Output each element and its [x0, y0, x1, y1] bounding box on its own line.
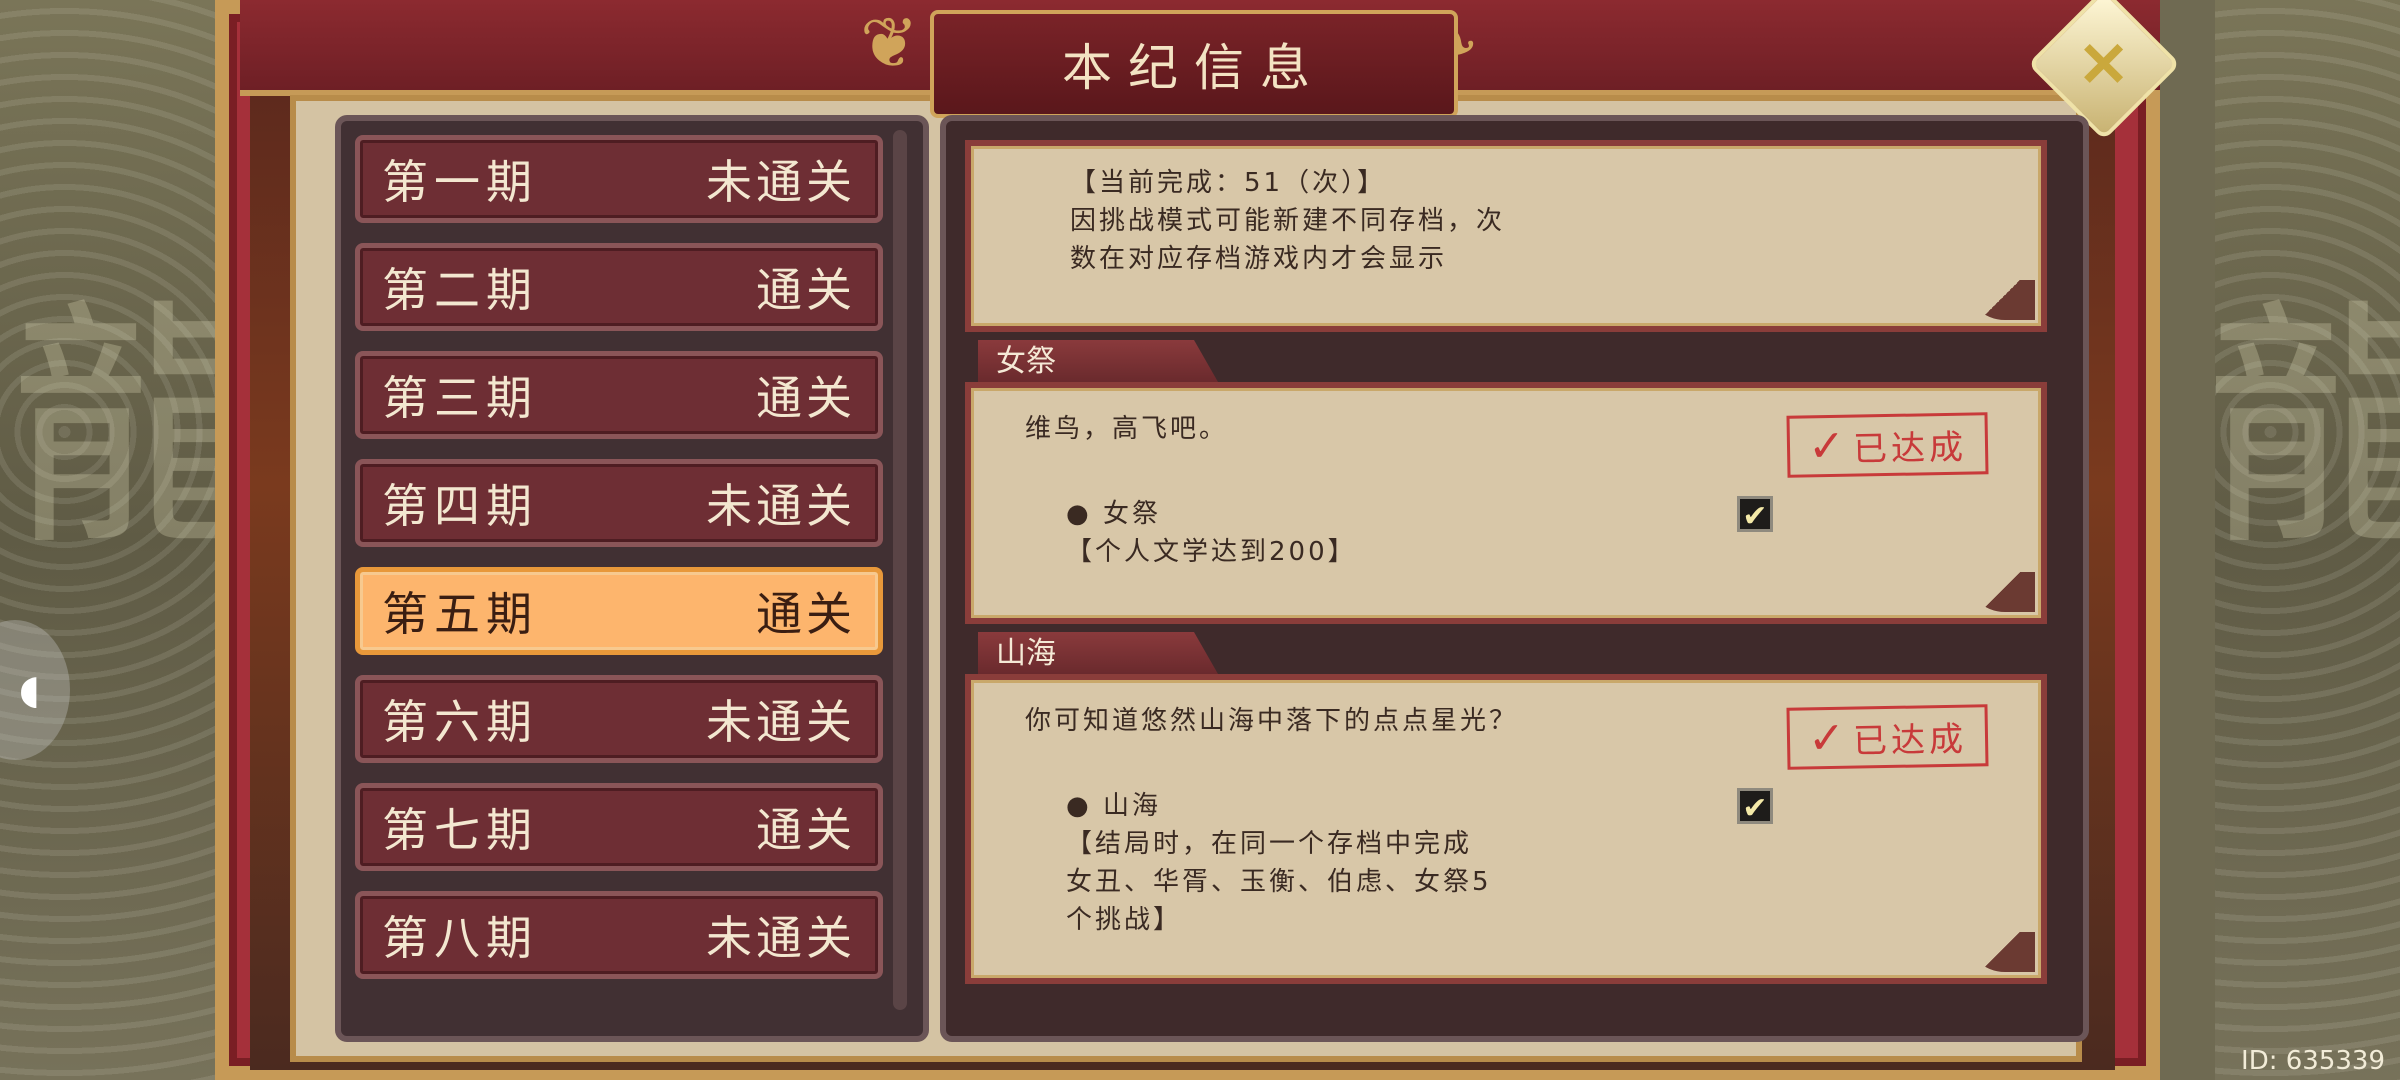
page-curl: [1965, 572, 2035, 612]
player-id: ID: 635339: [2241, 1046, 2385, 1076]
stamp-text: 已达成: [1852, 719, 1968, 762]
stage-item[interactable]: 第二期 通关: [355, 243, 883, 331]
right-decor-panel: 龍: [2205, 0, 2400, 1080]
stage-label: 第四期: [382, 479, 538, 533]
achieved-stamp: ✓ 已达成: [1786, 412, 1989, 478]
stamp-text: 已达成: [1852, 427, 1968, 470]
achievement-tab: 女祭: [978, 340, 1218, 382]
close-icon: ✕: [2078, 27, 2130, 101]
stage-status: 通关: [756, 263, 856, 317]
achievement-tab: 山海: [978, 632, 1218, 674]
completed-checkbox: ✔: [1737, 496, 1773, 534]
check-icon: ✓: [1807, 712, 1850, 764]
left-decor-panel: 龍: [0, 0, 270, 1080]
stage-label: 第六期: [382, 695, 538, 749]
stage-status: 未通关: [706, 155, 856, 209]
stage-status: 通关: [756, 587, 856, 641]
stage-label: 第七期: [382, 803, 538, 857]
stage-label: 第八期: [382, 911, 538, 965]
stage-status: 未通关: [706, 695, 856, 749]
card-text: 【当前完成：51（次）】: [1070, 168, 1387, 198]
achievement-requirement: 【结局时，在同一个存档中完成: [1066, 829, 1473, 859]
achievement-quote: 你可知道悠然山海中落下的点点星光？: [1025, 706, 1519, 736]
stage-status: 未通关: [706, 911, 856, 965]
achievement-requirement: 个挑战】: [1066, 905, 1183, 935]
card-text: 因挑战模式可能新建不同存档，次: [1070, 206, 1506, 236]
completed-checkbox: ✔: [1737, 788, 1773, 826]
stage-label: 第五期: [382, 587, 538, 641]
stage-label: 第二期: [382, 263, 538, 317]
achievement-requirement: 女丑、华胥、玉衡、伯虑、女祭5: [1066, 867, 1492, 897]
page-title: 本纪信息: [1062, 39, 1326, 97]
stage-item[interactable]: 第一期 未通关: [355, 135, 883, 223]
stage-label: 第一期: [382, 155, 538, 209]
page-curl: [1965, 932, 2035, 972]
achievement-requirement: 【个人文学达到200】: [1066, 537, 1357, 567]
stage-status: 通关: [756, 803, 856, 857]
achievement-item: ● 女祭: [1066, 499, 1161, 529]
stage-item-selected[interactable]: 第五期 通关: [355, 567, 883, 655]
achieved-stamp: ✓ 已达成: [1786, 704, 1989, 770]
stage-item[interactable]: 第六期 未通关: [355, 675, 883, 763]
achievement-quote: 维鸟，高飞吧。: [1025, 414, 1229, 444]
stage-list-scrollbar[interactable]: [893, 130, 907, 1010]
stage-label: 第三期: [382, 371, 538, 425]
stage-item[interactable]: 第八期 未通关: [355, 891, 883, 979]
stage-item[interactable]: 第七期 通关: [355, 783, 883, 871]
card-text: 数在对应存档游戏内才会显示: [1070, 244, 1448, 274]
stage-status: 通关: [756, 371, 856, 425]
achievement-item: ● 山海: [1066, 791, 1161, 821]
stage-item[interactable]: 第四期 未通关: [355, 459, 883, 547]
title-plate: 本纪信息: [930, 10, 1458, 118]
check-icon: ✓: [1807, 420, 1850, 472]
page-curl: [1965, 280, 2035, 320]
stage-status: 未通关: [706, 479, 856, 533]
stage-item[interactable]: 第三期 通关: [355, 351, 883, 439]
dragon-icon: 龍: [2205, 279, 2400, 581]
scroll-ornament-icon: ❦: [860, 2, 919, 84]
